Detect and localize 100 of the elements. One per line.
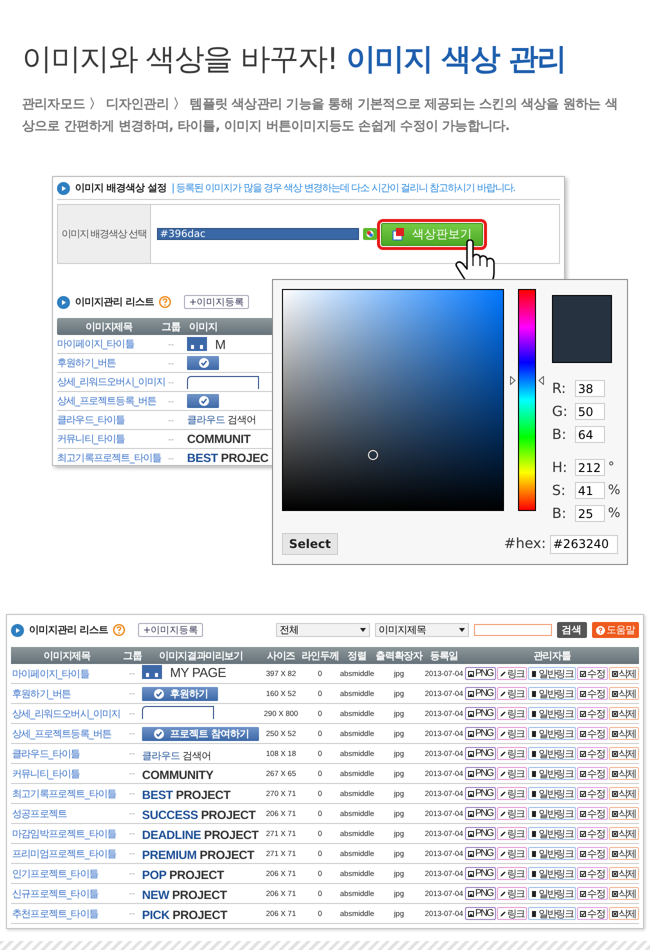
- select-button[interactable]: Select: [282, 533, 338, 555]
- action-button[interactable]: 삭제: [608, 847, 639, 860]
- action-button[interactable]: PNG: [465, 787, 496, 800]
- filter-dropdown[interactable]: 이미지제목: [374, 623, 468, 637]
- action-button[interactable]: 링크: [496, 787, 528, 800]
- image-title-link[interactable]: 커뮤니티_타이틀: [11, 764, 123, 784]
- image-title-link[interactable]: 마감임박프로젝트_타이틀: [11, 824, 123, 844]
- action-button[interactable]: 수정: [577, 747, 608, 760]
- action-button[interactable]: PNG: [465, 827, 496, 840]
- image-title-link[interactable]: 신규프로젝트_타이틀: [11, 884, 123, 904]
- value-field[interactable]: 38: [575, 380, 605, 397]
- color-marker[interactable]: [368, 450, 378, 460]
- image-title-link[interactable]: 성공프로젝트: [11, 804, 123, 824]
- action-button[interactable]: 링크: [496, 707, 528, 720]
- add-image-button[interactable]: +이미지등록: [138, 623, 203, 637]
- value-field[interactable]: 25: [575, 505, 605, 522]
- hex-field[interactable]: #263240: [550, 534, 618, 554]
- image-title-link[interactable]: 상세_리워드오버시_이미지: [11, 704, 123, 724]
- image-title-link[interactable]: 프리미엄프로젝트_타이틀: [11, 844, 123, 864]
- hue-pointer[interactable]: [510, 376, 544, 385]
- action-button[interactable]: 링크: [496, 847, 528, 860]
- action-button[interactable]: 수정: [577, 687, 608, 700]
- action-button[interactable]: 일반링크: [528, 667, 576, 680]
- action-button[interactable]: PNG: [465, 807, 496, 820]
- action-button[interactable]: 일반링크: [528, 847, 576, 860]
- action-button[interactable]: PNG: [465, 907, 496, 920]
- action-button[interactable]: 링크: [496, 867, 528, 880]
- action-button[interactable]: 일반링크: [528, 907, 576, 920]
- saturation-field[interactable]: [282, 289, 504, 511]
- action-button[interactable]: 링크: [496, 907, 528, 920]
- color-field[interactable]: #396dac: [157, 228, 359, 240]
- action-button[interactable]: 삭제: [608, 907, 639, 920]
- action-button[interactable]: 수정: [577, 847, 608, 860]
- action-button[interactable]: PNG: [465, 767, 496, 780]
- action-button[interactable]: PNG: [465, 887, 496, 900]
- filter-dropdown[interactable]: 전체: [276, 623, 370, 637]
- action-button[interactable]: 삭제: [608, 667, 639, 680]
- action-button[interactable]: 삭제: [608, 747, 639, 760]
- image-title-link[interactable]: 상세_프로젝트등록_버튼: [57, 394, 161, 408]
- image-title-link[interactable]: 커뮤니티_타이틀: [57, 432, 161, 446]
- action-button[interactable]: PNG: [465, 847, 496, 860]
- value-field[interactable]: 50: [575, 403, 605, 420]
- action-button[interactable]: 일반링크: [528, 887, 576, 900]
- action-button[interactable]: PNG: [465, 727, 496, 740]
- search-button[interactable]: 검색: [556, 622, 586, 638]
- action-button[interactable]: 링크: [496, 807, 528, 820]
- action-button[interactable]: 수정: [577, 907, 608, 920]
- image-title-link[interactable]: 인기프로젝트_타이틀: [11, 864, 123, 884]
- action-button[interactable]: 일반링크: [528, 727, 576, 740]
- action-button[interactable]: 일반링크: [528, 827, 576, 840]
- action-button[interactable]: 삭제: [608, 807, 639, 820]
- action-button[interactable]: 링크: [496, 767, 528, 780]
- action-button[interactable]: 일반링크: [528, 767, 576, 780]
- image-title-link[interactable]: 마이페이지_타이틀: [11, 664, 123, 684]
- action-button[interactable]: 일반링크: [528, 787, 576, 800]
- action-button[interactable]: 일반링크: [528, 807, 576, 820]
- action-button[interactable]: 일반링크: [528, 747, 576, 760]
- action-button[interactable]: 링크: [496, 687, 528, 700]
- action-button[interactable]: 삭제: [608, 727, 639, 740]
- value-field[interactable]: 212: [575, 459, 605, 476]
- image-title-link[interactable]: 최고기록프로젝트_타이틀: [57, 451, 161, 465]
- action-button[interactable]: 수정: [577, 767, 608, 780]
- action-button[interactable]: 일반링크: [528, 687, 576, 700]
- image-title-link[interactable]: 클라우드_타이틀: [11, 744, 123, 764]
- image-title-link[interactable]: 후원하기_버튼: [11, 684, 123, 704]
- action-button[interactable]: 수정: [577, 887, 608, 900]
- action-button[interactable]: PNG: [465, 667, 496, 680]
- action-button[interactable]: 링크: [496, 747, 528, 760]
- image-title-link[interactable]: 마이페이지_타이틀: [57, 337, 161, 351]
- action-button[interactable]: 수정: [577, 807, 608, 820]
- action-button[interactable]: 링크: [496, 667, 528, 680]
- action-button[interactable]: 삭제: [608, 867, 639, 880]
- action-button[interactable]: 수정: [577, 727, 608, 740]
- action-button[interactable]: 수정: [577, 787, 608, 800]
- action-button[interactable]: PNG: [465, 867, 496, 880]
- image-title-link[interactable]: 상세_프로젝트등록_버튼: [11, 724, 123, 744]
- action-button[interactable]: 삭제: [608, 707, 639, 720]
- value-field[interactable]: 64: [575, 426, 605, 443]
- action-button[interactable]: 링크: [496, 827, 528, 840]
- action-button[interactable]: 일반링크: [528, 707, 576, 720]
- image-title-link[interactable]: 최고기록프로젝트_타이틀: [11, 784, 123, 804]
- action-button[interactable]: 수정: [577, 667, 608, 680]
- action-button[interactable]: 삭제: [608, 827, 639, 840]
- action-button[interactable]: 삭제: [608, 687, 639, 700]
- search-field[interactable]: [474, 624, 552, 636]
- action-button[interactable]: 수정: [577, 867, 608, 880]
- action-button[interactable]: 삭제: [608, 787, 639, 800]
- palette-icon[interactable]: [363, 228, 377, 240]
- image-title-link[interactable]: 추천프로젝트_타이틀: [11, 904, 123, 924]
- add-image-button[interactable]: +이미지등록: [184, 295, 249, 309]
- image-title-link[interactable]: 후원하기_버튼: [57, 356, 161, 370]
- action-button[interactable]: 링크: [496, 727, 528, 740]
- action-button[interactable]: PNG: [465, 707, 496, 720]
- action-button[interactable]: 링크: [496, 887, 528, 900]
- action-button[interactable]: 수정: [577, 707, 608, 720]
- action-button[interactable]: PNG: [465, 747, 496, 760]
- action-button[interactable]: 수정: [577, 827, 608, 840]
- action-button[interactable]: 삭제: [608, 887, 639, 900]
- action-button[interactable]: PNG: [465, 687, 496, 700]
- image-title-link[interactable]: 클라우드_타이틀: [57, 413, 161, 427]
